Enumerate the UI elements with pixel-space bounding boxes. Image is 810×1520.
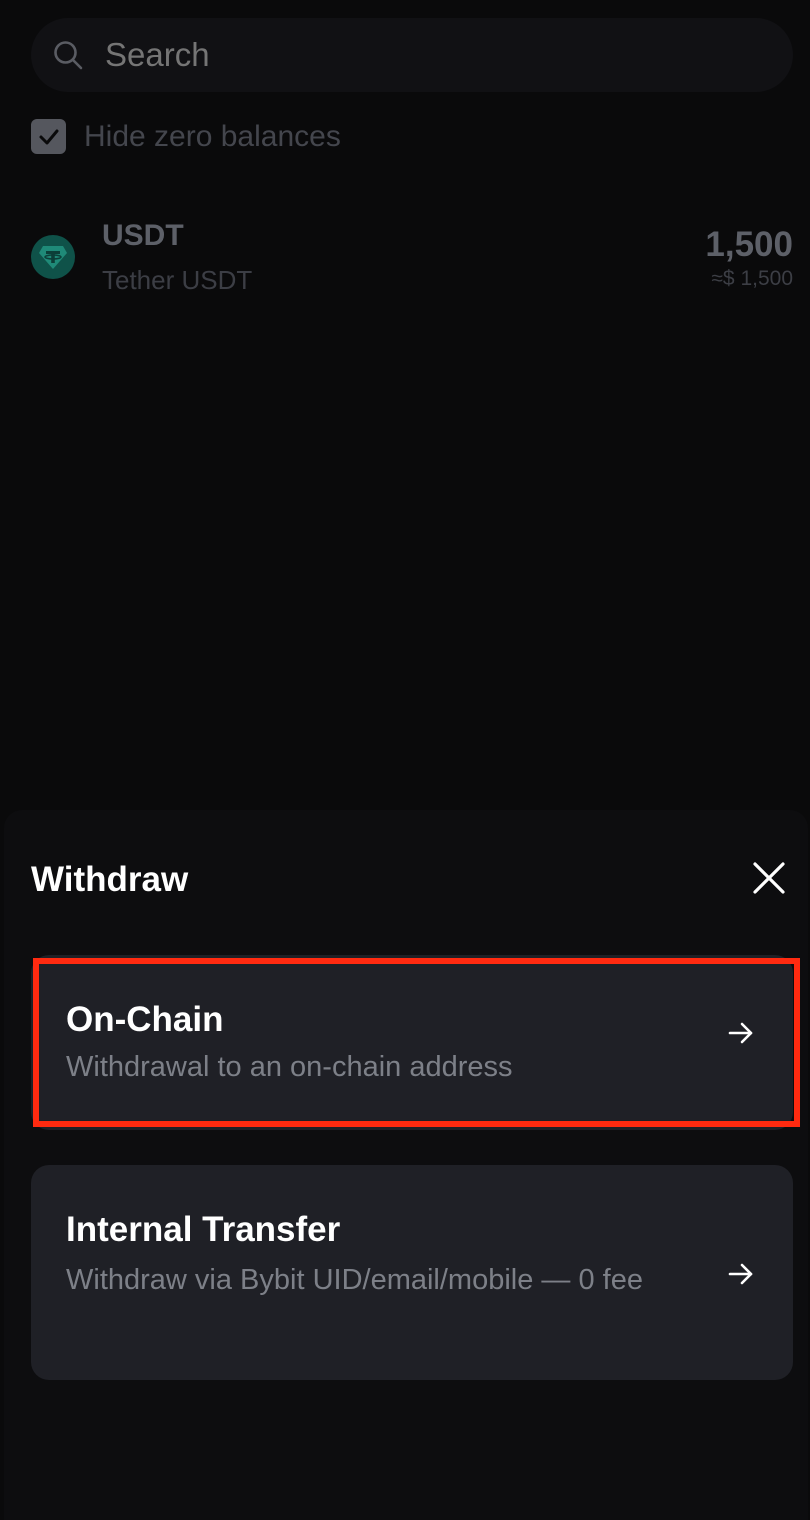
arrow-right-icon: [727, 1019, 755, 1047]
search-input[interactable]: [103, 35, 707, 75]
close-icon: [753, 862, 785, 894]
hide-zero-label: Hide zero balances: [84, 119, 341, 153]
option-title: On-Chain: [66, 1000, 224, 1039]
option-description: Withdrawal to an on-chain address: [66, 1051, 513, 1083]
hide-zero-checkbox[interactable]: [31, 119, 66, 154]
sheet-title: Withdraw: [31, 860, 189, 899]
asset-amount: 1,500: [705, 225, 793, 264]
checkmark-icon: [39, 129, 58, 144]
tether-icon: [31, 235, 75, 279]
close-button[interactable]: [749, 858, 789, 898]
search-icon: [53, 40, 83, 70]
asset-fiat-value: ≈$ 1,500: [711, 267, 793, 290]
asset-name: Tether USDT: [102, 265, 253, 295]
withdraw-sheet: Withdraw On-Chain Withdrawal to an on-ch…: [4, 810, 808, 1520]
asset-row-usdt[interactable]: USDT Tether USDT 1,500 ≈$ 1,500: [31, 215, 793, 300]
asset-list-background: Hide zero balances USDT Tether USDT 1,50…: [0, 0, 810, 810]
on-chain-option[interactable]: On-Chain Withdrawal to an on-chain addre…: [31, 955, 793, 1130]
internal-transfer-option[interactable]: Internal Transfer Withdraw via Bybit UID…: [31, 1165, 793, 1380]
option-title: Internal Transfer: [66, 1210, 341, 1249]
asset-symbol: USDT: [102, 219, 184, 252]
search-bar[interactable]: [31, 18, 793, 92]
option-description: Withdraw via Bybit UID/email/mobile — 0 …: [66, 1264, 643, 1296]
arrow-right-icon: [727, 1260, 755, 1288]
hide-zero-toggle[interactable]: Hide zero balances: [31, 119, 341, 154]
withdraw-page: Hide zero balances USDT Tether USDT 1,50…: [0, 0, 810, 1520]
